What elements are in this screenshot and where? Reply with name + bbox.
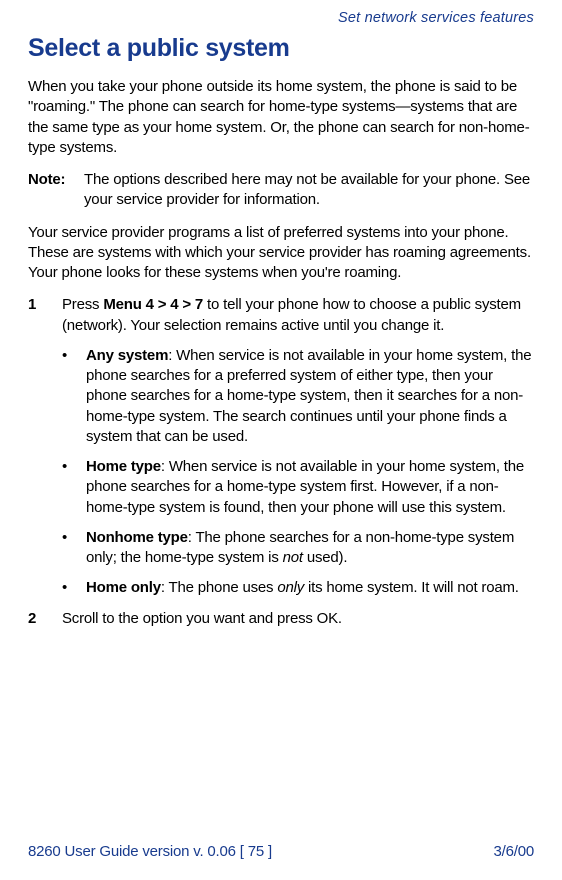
bullet-home-only: • Home only: The phone uses only its hom… [62, 578, 534, 598]
bullet-text: Any system: When service is not availabl… [86, 346, 534, 447]
bullet-label: Home only [86, 579, 161, 596]
bullet-home-type: • Home type: When service is not availab… [62, 457, 534, 518]
step-text: Press Menu 4 > 4 > 7 to tell your phone … [62, 295, 534, 336]
step-1: 1 Press Menu 4 > 4 > 7 to tell your phon… [28, 295, 534, 336]
bullet-text: Home only: The phone uses only its home … [86, 578, 534, 598]
note-text: The options described here may not be av… [84, 170, 534, 211]
bullet-text: Home type: When service is not available… [86, 457, 534, 518]
footer-right: 3/6/00 [493, 843, 534, 860]
bullet-any-system: • Any system: When service is not availa… [62, 346, 534, 447]
provider-paragraph: Your service provider programs a list of… [28, 223, 534, 284]
page-footer: 8260 User Guide version v. 0.06 [ 75 ] 3… [28, 843, 534, 860]
step-2: 2 Scroll to the option you want and pres… [28, 609, 534, 629]
bullet-post: its home system. It will not roam. [304, 579, 519, 596]
step-number: 1 [28, 295, 62, 336]
bullet-label: Any system [86, 347, 168, 364]
bullet-italic: only [277, 579, 304, 596]
step-bold: Menu 4 > 4 > 7 [103, 296, 203, 313]
header-category: Set network services features [28, 10, 534, 26]
bullet-pre: : The phone uses [161, 579, 277, 596]
bullet-text: Nonhome type: The phone searches for a n… [86, 528, 534, 569]
bullet-marker-icon: • [62, 528, 86, 569]
bullet-label: Home type [86, 458, 161, 475]
bullet-marker-icon: • [62, 346, 86, 447]
intro-paragraph: When you take your phone outside its hom… [28, 77, 534, 158]
bullet-marker-icon: • [62, 578, 86, 598]
page-title: Select a public system [28, 34, 534, 63]
footer-left: 8260 User Guide version v. 0.06 [ 75 ] [28, 843, 272, 860]
bullet-label: Nonhome type [86, 529, 188, 546]
bullet-nonhome-type: • Nonhome type: The phone searches for a… [62, 528, 534, 569]
bullet-post: used). [303, 549, 347, 566]
bullet-italic: not [283, 549, 303, 566]
bullet-marker-icon: • [62, 457, 86, 518]
step-pre: Press [62, 296, 103, 313]
note-label: Note: [28, 170, 84, 211]
step-number: 2 [28, 609, 62, 629]
step-text: Scroll to the option you want and press … [62, 609, 534, 629]
note-block: Note: The options described here may not… [28, 170, 534, 211]
